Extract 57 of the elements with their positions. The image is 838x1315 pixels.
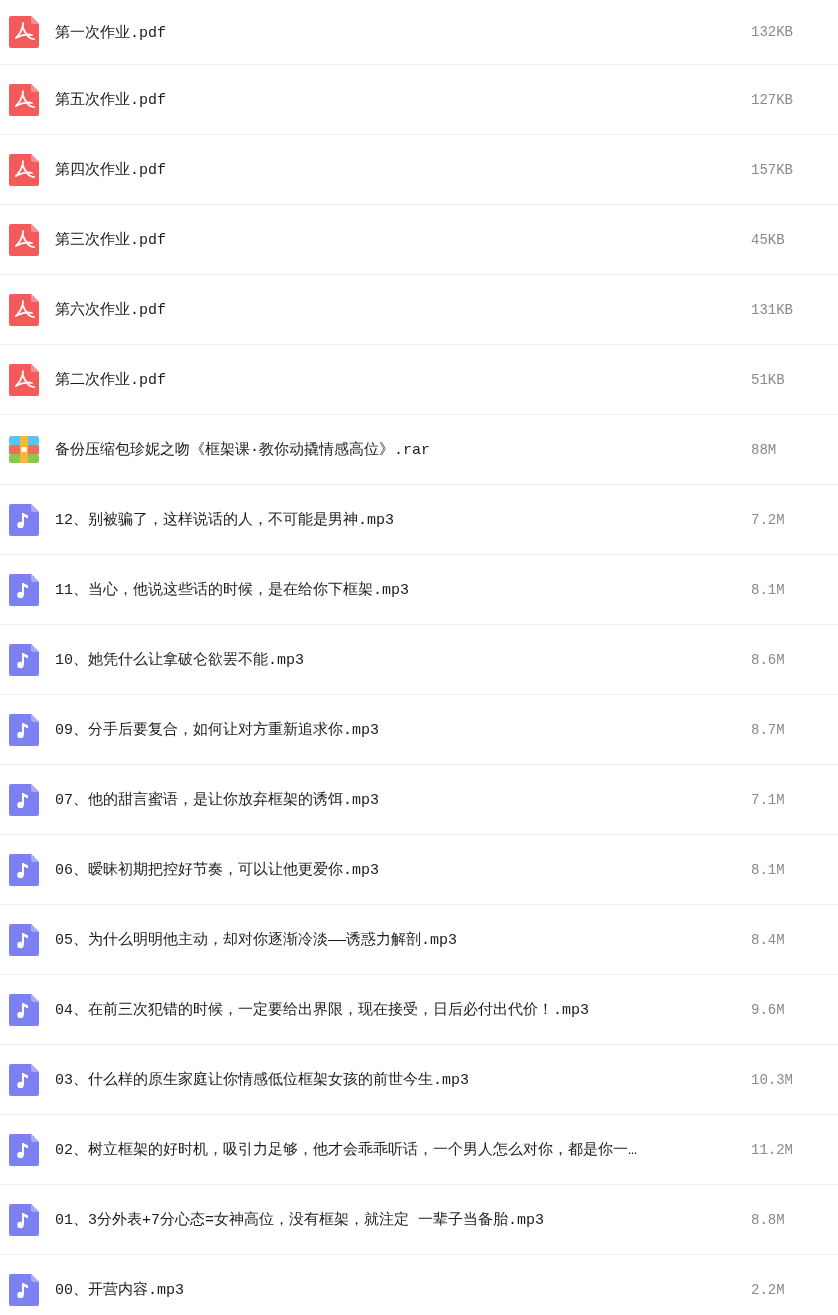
- pdf-file-icon: [9, 363, 39, 396]
- music-file-icon: [9, 853, 39, 886]
- file-size: 9.6M: [751, 1001, 785, 1018]
- file-size: 7.1M: [751, 791, 785, 808]
- file-size: 45KB: [751, 231, 785, 248]
- file-size: 11.2M: [751, 1141, 793, 1158]
- archive-file-icon: [9, 433, 39, 466]
- file-size: 8.1M: [751, 861, 785, 878]
- file-name[interactable]: 10、她凭什么让拿破仑欲罢不能.mp3: [55, 650, 735, 669]
- file-size: 51KB: [751, 371, 785, 388]
- file-size: 8.7M: [751, 721, 785, 738]
- music-file-icon: [9, 783, 39, 816]
- file-name[interactable]: 06、暧昧初期把控好节奏，可以让他更爱你.mp3: [55, 860, 735, 879]
- pdf-file-icon: [9, 153, 39, 186]
- file-size: 8.6M: [751, 651, 785, 668]
- music-file-icon: [9, 923, 39, 956]
- file-size: 7.2M: [751, 511, 785, 528]
- file-size: 8.1M: [751, 581, 785, 598]
- file-size: 10.3M: [751, 1071, 793, 1088]
- file-name[interactable]: 01、3分外表+7分心态=女神高位，没有框架，就注定 一辈子当备胎.mp3: [55, 1210, 735, 1229]
- music-file-icon: [9, 643, 39, 676]
- file-name[interactable]: 05、为什么明明他主动，却对你逐渐冷淡——诱惑力解剖.mp3: [55, 930, 735, 949]
- music-file-icon: [9, 993, 39, 1026]
- file-name[interactable]: 03、什么样的原生家庭让你情感低位框架女孩的前世今生.mp3: [55, 1070, 735, 1089]
- pdf-file-icon: [9, 223, 39, 256]
- file-name[interactable]: 第三次作业.pdf: [55, 230, 735, 249]
- file-name[interactable]: 12、别被骗了，这样说话的人，不可能是男神.mp3: [55, 510, 735, 529]
- file-name[interactable]: 备份压缩包珍妮之吻《框架课·教你动撬情感高位》.rar: [55, 440, 735, 459]
- file-size: 8.8M: [751, 1211, 785, 1228]
- music-file-icon: [9, 1063, 39, 1096]
- pdf-file-icon: [9, 293, 39, 326]
- file-size: 2.2M: [751, 1281, 785, 1298]
- file-name[interactable]: 第五次作业.pdf: [55, 90, 735, 109]
- pdf-file-icon: [9, 83, 39, 116]
- file-name[interactable]: 11、当心，他说这些话的时候，是在给你下框架.mp3: [55, 580, 735, 599]
- music-file-icon: [9, 1273, 39, 1306]
- file-size: 127KB: [751, 91, 793, 108]
- file-name[interactable]: 09、分手后要复合，如何让对方重新追求你.mp3: [55, 720, 735, 739]
- music-file-icon: [9, 713, 39, 746]
- music-file-icon: [9, 1203, 39, 1236]
- file-name[interactable]: 00、开营内容.mp3: [55, 1280, 735, 1299]
- file-size: 8.4M: [751, 931, 785, 948]
- file-name[interactable]: 第六次作业.pdf: [55, 300, 735, 319]
- file-name[interactable]: 第二次作业.pdf: [55, 370, 735, 389]
- file-name[interactable]: 02、树立框架的好时机，吸引力足够，他才会乖乖听话，一个男人怎么对你，都是你一…: [55, 1140, 735, 1159]
- file-size: 132KB: [751, 24, 793, 40]
- music-file-icon: [9, 573, 39, 606]
- file-name[interactable]: 第一次作业.pdf: [55, 22, 735, 42]
- file-size: 131KB: [751, 301, 793, 318]
- file-name[interactable]: 07、他的甜言蜜语，是让你放弃框架的诱饵.mp3: [55, 790, 735, 809]
- file-name[interactable]: 04、在前三次犯错的时候，一定要给出界限，现在接受，日后必付出代价！.mp3: [55, 1000, 735, 1019]
- file-name[interactable]: 第四次作业.pdf: [55, 160, 735, 179]
- music-file-icon: [9, 1133, 39, 1166]
- pdf-file-icon: [9, 16, 39, 48]
- music-file-icon: [9, 503, 39, 536]
- file-size: 88M: [751, 441, 777, 458]
- file-size: 157KB: [751, 161, 793, 178]
